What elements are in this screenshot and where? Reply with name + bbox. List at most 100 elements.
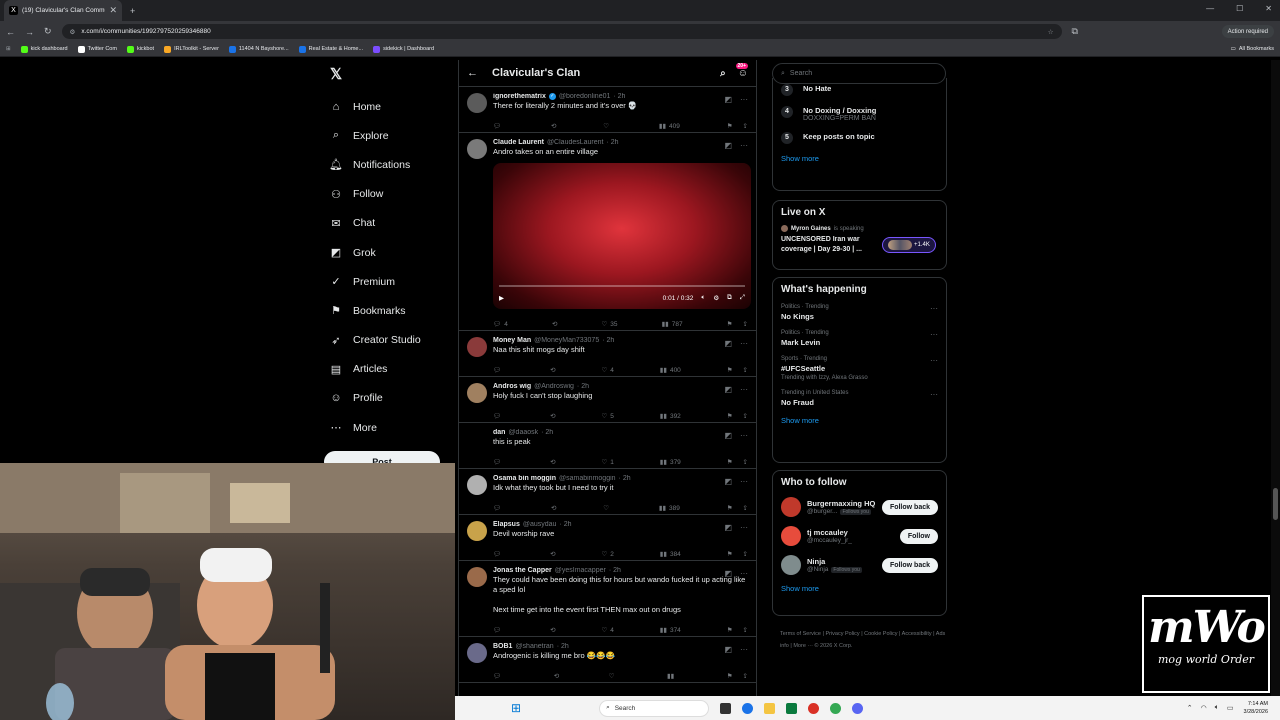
avatar[interactable] — [467, 475, 487, 495]
bookmark-icon[interactable]: ⚑ — [727, 504, 733, 512]
star-icon[interactable]: ☆ — [1048, 28, 1054, 36]
follow-button[interactable]: Follow — [899, 528, 938, 544]
nav-item-creator-studio[interactable]: ➶ Creator Studio — [329, 326, 459, 355]
task-view-icon[interactable] — [720, 702, 732, 714]
author-name[interactable]: Jonas the Capper — [493, 567, 552, 574]
avatar[interactable] — [467, 383, 487, 403]
repost-button[interactable]: ⟲ — [550, 550, 555, 558]
back-icon[interactable]: ← — [6, 27, 15, 37]
play-icon[interactable]: ▶ — [499, 294, 504, 302]
trends-show-more-link[interactable]: Show more — [781, 416, 938, 425]
views-button[interactable]: ▮▮ 384 — [660, 550, 681, 559]
rule-item[interactable]: 5 Keep posts on topic — [781, 132, 938, 144]
grok-icon[interactable]: ◩ — [724, 477, 732, 486]
notifications-icon[interactable]: ☺ — [738, 68, 748, 79]
action-required-button[interactable]: Action required — [1221, 25, 1274, 38]
follow-show-more-link[interactable]: Show more — [781, 584, 938, 593]
like-button[interactable]: ♡ 4 — [601, 366, 613, 375]
grok-icon[interactable]: ◩ — [724, 431, 732, 440]
repost-button[interactable]: ⟲ — [550, 626, 555, 634]
follow-suggestion[interactable]: tj mccauley @mccauley_jr_ Follow — [781, 526, 938, 546]
repost-button[interactable]: ⟲ — [550, 366, 555, 374]
author-name[interactable]: Osama bin moggin — [493, 475, 556, 482]
avatar[interactable] — [467, 429, 487, 449]
bookmark-icon[interactable]: ⚑ — [727, 412, 733, 420]
trend-more-icon[interactable]: ··· — [930, 304, 938, 321]
share-icon[interactable]: ⇪ — [743, 672, 748, 680]
rule-item[interactable]: 3 No Hate — [781, 84, 938, 96]
app-icon[interactable] — [808, 702, 820, 714]
author-handle[interactable]: @boredonline01 — [559, 93, 610, 100]
bookmark-icon[interactable]: ⚑ — [727, 672, 733, 680]
grok-icon[interactable]: ◩ — [724, 385, 732, 394]
reply-button[interactable]: 💬︎ — [493, 504, 504, 512]
author-handle[interactable]: @shanetran — [515, 643, 553, 650]
battery-icon[interactable]: ▭ — [1227, 704, 1234, 712]
post-time[interactable]: · 2h — [602, 337, 614, 344]
author-name[interactable]: dan — [493, 429, 505, 436]
more-icon[interactable]: ··· — [740, 339, 748, 348]
close-window-icon[interactable]: ✕ — [1265, 4, 1272, 13]
bookmark-item[interactable]: 11404 N Bayshore... — [228, 45, 289, 53]
follow-suggestion[interactable]: Ninja @Ninja Follows you Follow back — [781, 555, 938, 575]
like-button[interactable]: ♡ 1 — [601, 458, 613, 467]
trend-item[interactable]: Trending in United States No Fraud ··· — [781, 390, 938, 407]
avatar[interactable] — [781, 497, 801, 517]
trend-item[interactable]: Politics · Trending Mark Levin ··· — [781, 330, 938, 347]
follow-button[interactable]: Follow back — [881, 557, 938, 573]
post[interactable]: ignorethematrix ✓ @boredonline01 · 2h There … — [459, 87, 756, 133]
avatar[interactable] — [467, 567, 487, 587]
chrome-icon[interactable] — [830, 702, 842, 714]
avatar[interactable] — [467, 643, 487, 663]
x-logo-icon[interactable]: 𝕏 — [330, 65, 342, 83]
bookmark-item[interactable]: IRLToolkit - Server — [164, 45, 219, 53]
volume-icon[interactable]: 🔈︎ — [701, 294, 705, 302]
nav-item-chat[interactable]: ✉ Chat — [329, 209, 459, 238]
settings-icon[interactable]: ⚙ — [713, 294, 719, 302]
grok-icon[interactable]: ◩ — [724, 569, 732, 578]
repost-button[interactable]: ⟲ — [550, 458, 555, 466]
share-icon[interactable]: ⇪ — [743, 412, 748, 420]
grok-icon[interactable]: ◩ — [724, 339, 732, 348]
like-button[interactable]: ♡ 5 — [601, 412, 613, 421]
follow-suggestion[interactable]: Burgermaxxing HQ @burger... Follows you Fol… — [781, 497, 938, 517]
post[interactable]: Osama bin moggin @samabinmoggin · 2h Idk wh… — [459, 469, 756, 515]
windows-start-icon[interactable]: ⊞ — [511, 701, 521, 715]
views-button[interactable]: ▮▮ 389 — [659, 504, 680, 513]
avatar[interactable] — [467, 521, 487, 541]
reply-button[interactable]: 💬︎ — [493, 626, 504, 634]
repost-button[interactable]: ⟲ — [550, 412, 555, 420]
grok-icon[interactable]: ◩ — [724, 523, 732, 532]
views-button[interactable]: ▮▮ 787 — [662, 320, 683, 329]
more-icon[interactable]: ··· — [740, 477, 748, 486]
trend-more-icon[interactable]: ··· — [930, 330, 938, 347]
scrollbar-thumb[interactable] — [1273, 488, 1278, 520]
taskbar-search[interactable]: ⌕ Search — [599, 699, 710, 717]
fullscreen-icon[interactable]: ⤢ — [740, 294, 745, 302]
nav-item-profile[interactable]: ☺ Profile — [329, 384, 459, 413]
author-handle[interactable]: @MoneyMan733075 — [534, 337, 599, 344]
author-name[interactable]: Claude Laurent — [493, 139, 544, 146]
post-time[interactable]: · 2h — [619, 475, 631, 482]
maximize-icon[interactable]: ☐ — [1236, 4, 1243, 13]
share-icon[interactable]: ⇪ — [743, 366, 748, 374]
apps-icon[interactable]: ⊞ — [6, 46, 11, 52]
author-name[interactable]: BOB1 — [493, 643, 512, 650]
system-clock[interactable]: 7:14 AM 3/28/2026 — [1244, 700, 1268, 716]
post[interactable]: Claude Laurent @ClaudesLaurent · 2h Andro t… — [459, 133, 756, 331]
search-icon[interactable]: ⌕ — [720, 68, 726, 79]
share-icon[interactable]: ⇪ — [743, 458, 748, 466]
repost-button[interactable]: ⟲ — [552, 320, 557, 328]
share-icon[interactable]: ⇪ — [743, 122, 748, 130]
app-icon[interactable] — [786, 702, 798, 714]
more-icon[interactable]: ··· — [740, 385, 748, 394]
trend-item[interactable]: Sports · Trending #UFCSeattle Trending wit… — [781, 356, 938, 381]
bookmark-icon[interactable]: ⚑ — [727, 550, 733, 558]
reply-button[interactable]: 💬︎ — [493, 458, 504, 466]
bookmark-icon[interactable]: ⚑ — [727, 122, 733, 130]
nav-item-home[interactable]: ⌂ Home — [329, 92, 459, 121]
minimize-icon[interactable]: — — [1206, 4, 1214, 13]
avatar[interactable] — [781, 526, 801, 546]
live-space[interactable]: UNCENSORED Iran war coverage | Day 29-30… — [781, 235, 938, 254]
post[interactable]: Andros wig @Androswig · 2h Holy fuck I can'… — [459, 377, 756, 423]
